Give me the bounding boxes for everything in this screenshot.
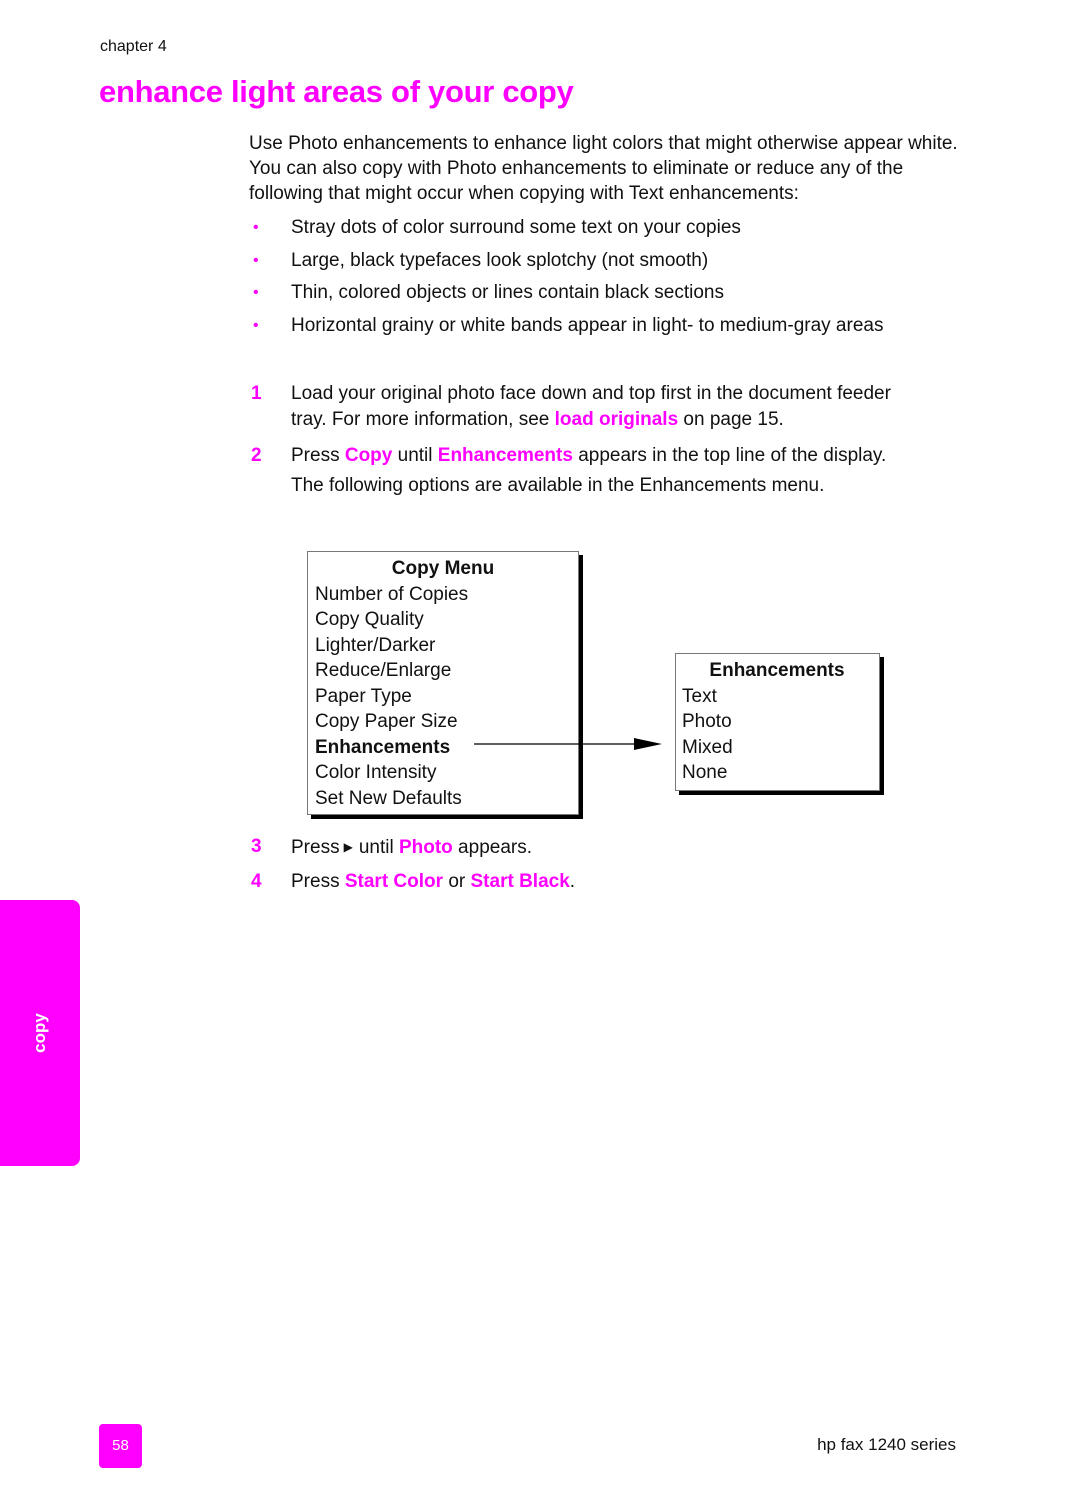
menu-item: Copy Quality: [315, 609, 424, 630]
copy-menu-title: Copy Menu: [391, 558, 495, 579]
menu-item: Set New Defaults: [315, 787, 462, 809]
menu-item: None: [682, 762, 728, 783]
bullet-icon: •: [253, 316, 259, 334]
enhancements-menu-diagram: Enhancements Text Photo Mixed None: [675, 653, 880, 791]
issue-list: • Stray dots of color surround some text …: [249, 215, 969, 345]
menu-item: Text: [682, 685, 717, 707]
page-number-badge: 58: [99, 1424, 142, 1468]
menu-item: Color Intensity: [315, 762, 437, 783]
step-3: 3 Press ▶ until Photo appears.: [251, 836, 533, 858]
section-tab: copy: [0, 900, 80, 1166]
copy-key: Copy: [344, 445, 393, 466]
step-number: 4: [251, 871, 262, 892]
list-item: • Horizontal grainy or white bands appear…: [249, 313, 969, 346]
menu-item: Copy Paper Size: [315, 711, 458, 732]
list-item: • Stray dots of color surround some text …: [249, 215, 969, 248]
footer-product-name: hp fax 1240 series: [817, 1435, 956, 1454]
menu-item: Photo: [682, 711, 732, 732]
menu-item: Number of Copies: [315, 583, 469, 605]
load-originals-link[interactable]: load originals: [555, 409, 679, 430]
photo-option: Photo: [398, 837, 453, 858]
step-4: 4 Press Start Color or Start Black.: [249, 869, 969, 895]
bullet-icon: •: [253, 284, 259, 301]
menu-item: Paper Type: [315, 685, 412, 707]
list-item: • Large, black typefaces look splotchy (n…: [249, 248, 969, 281]
start-black-key: Start Black: [470, 871, 570, 892]
page-title: enhance light areas of your copy: [99, 74, 574, 109]
enhancements-menu-title: Enhancements: [709, 660, 845, 681]
step-1: 1 Load your original photo face down and…: [251, 383, 891, 430]
step-2: 2 Press Copy until Enhancements appears …: [249, 441, 969, 501]
right-arrow-icon: ▶: [343, 840, 353, 854]
menu-item: Mixed: [682, 736, 733, 758]
list-item: • Thin, colored objects or lines contain …: [249, 280, 969, 313]
bullet-icon: •: [253, 219, 259, 236]
enhancements-key: Enhancements: [437, 445, 573, 466]
step-number: 1: [251, 383, 262, 404]
intro-paragraph: Use Photo enhancements to enhance light …: [249, 133, 958, 204]
step-number: 3: [251, 836, 262, 857]
arrow-icon: [474, 738, 662, 750]
menu-item: Reduce/Enlarge: [315, 660, 452, 681]
bullet-icon: •: [253, 251, 259, 269]
copy-menu-diagram: Copy Menu Number of Copies Copy Quality …: [307, 551, 579, 815]
chapter-label: chapter 4: [100, 38, 167, 55]
start-color-key: Start Color: [344, 871, 444, 892]
menu-item: Lighter/Darker: [315, 634, 436, 656]
step-number: 2: [251, 445, 262, 466]
section-tab-label: copy: [30, 1013, 49, 1053]
